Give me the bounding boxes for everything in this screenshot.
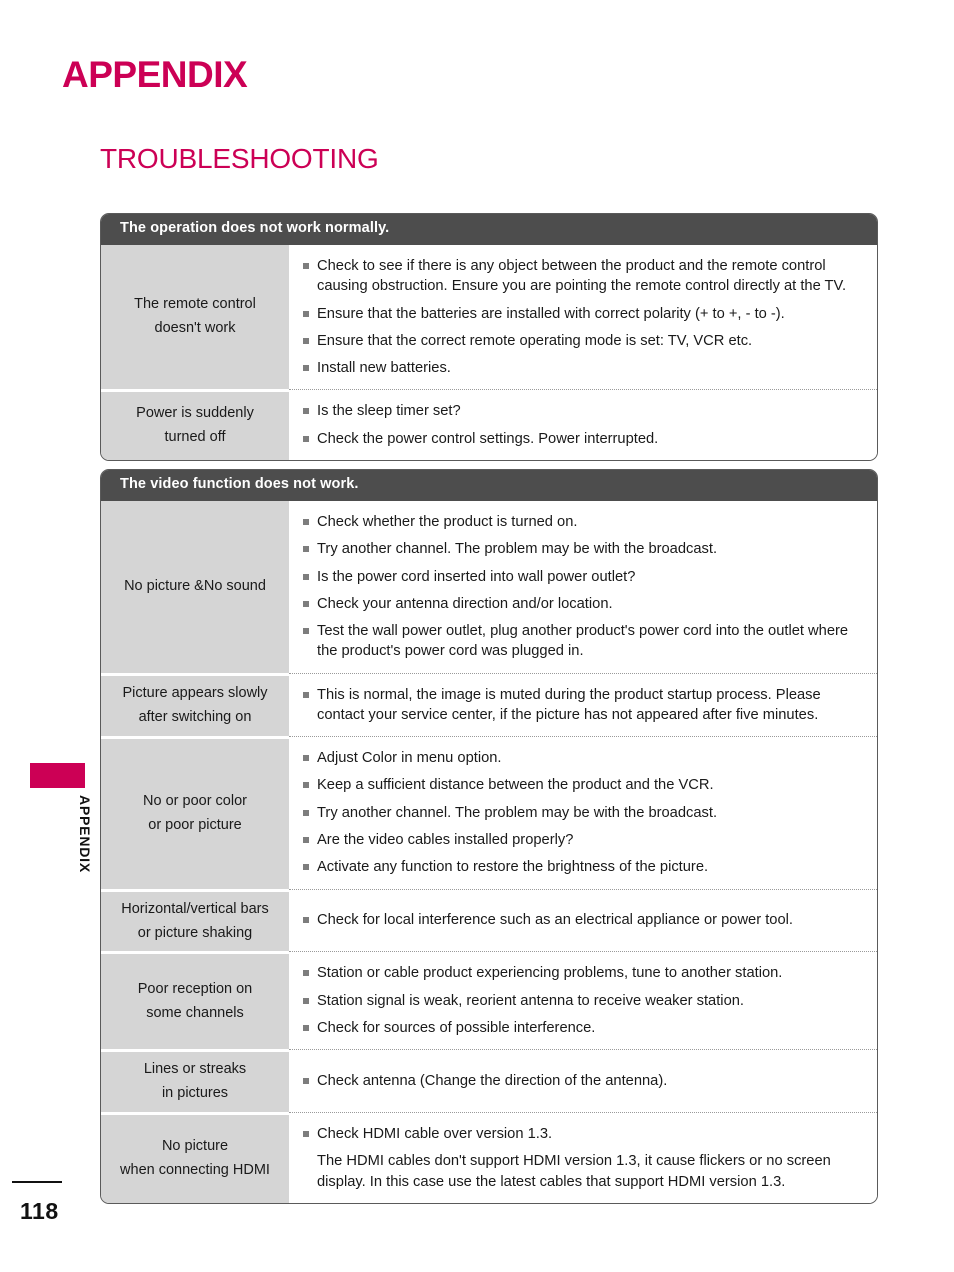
page-number: 118 [20,1198,59,1224]
solution-cell: Check to see if there is any object betw… [289,244,877,390]
symptom-label-line: or poor picture [148,816,242,833]
symptom-label-cell: No picture &No sound [101,500,289,673]
list-item: Adjust Color in menu option. [303,748,865,768]
symptom-label-line: No picture &No sound [124,577,266,594]
list-item: Check whether the product is turned on. [303,512,865,532]
symptom-label-cell: Poor reception on some channels [101,951,289,1050]
list-item: Ensure that the batteries are installed … [303,304,865,324]
list-item: Try another channel. The problem may be … [303,803,865,823]
symptom-label-line: or picture shaking [137,924,253,941]
symptom-label-line: Power is suddenly [136,405,254,422]
list-item: Install new batteries. [303,358,865,378]
page-title: APPENDIX [62,54,248,95]
list-item: Ensure that the correct remote operating… [303,331,865,351]
symptom-label-line: Poor reception on [137,980,253,997]
solution-list: Check for local interference such as an … [303,910,865,930]
table-body: No picture &No sound Check whether the p… [101,500,877,1203]
table-header: The operation does not work normally. [101,214,877,245]
list-item: Check to see if there is any object betw… [303,256,865,297]
list-item: Check the power control settings. Power … [303,429,865,449]
symptom-label-cell: Power is suddenly turned off [101,389,289,460]
symptom-label-line: turned off [164,429,226,446]
solution-cell: Check HDMI cable over version 1.3. The H… [289,1112,877,1203]
list-item: Check for local interference such as an … [303,910,865,930]
table-row: No picture when connecting HDMI Check HD… [101,1112,877,1203]
table-row: No picture &No sound Check whether the p… [101,500,877,673]
solution-cell: Is the sleep timer set? Check the power … [289,389,877,460]
symptom-label-line: when connecting HDMI [120,1162,270,1179]
solution-list: Check HDMI cable over version 1.3. The H… [303,1124,865,1192]
list-item: Station signal is weak, reorient antenna… [303,991,865,1011]
solution-list: Check whether the product is turned on. … [303,512,865,662]
solution-list: This is normal, the image is muted durin… [303,685,865,726]
solution-cell: Check antenna (Change the direction of t… [289,1049,877,1113]
solution-cell: This is normal, the image is muted durin… [289,672,877,737]
list-item: Check HDMI cable over version 1.3. [303,1124,865,1144]
solution-cell: Check whether the product is turned on. … [289,500,877,673]
solution-list: Is the sleep timer set? Check the power … [303,401,865,449]
solution-cell: Check for local interference such as an … [289,888,877,952]
symptom-label-cell: Lines or streaks in pictures [101,1049,289,1113]
list-item: Try another channel. The problem may be … [303,539,865,559]
table-row: No or poor color or poor picture Adjust … [101,736,877,889]
list-item: Activate any function to restore the bri… [303,857,865,877]
symptom-label-cell: No picture when connecting HDMI [101,1112,289,1203]
table-row: Horizontal/vertical bars or picture shak… [101,888,877,952]
symptom-label-line: No picture [161,1138,229,1155]
list-item: Station or cable product experiencing pr… [303,963,865,983]
list-item: Check for sources of possible interferen… [303,1018,865,1038]
table-row: Picture appears slowly after switching o… [101,672,877,737]
solution-cell: Station or cable product experiencing pr… [289,951,877,1050]
troubleshooting-table-operation: The operation does not work normally. Th… [100,213,878,461]
list-item: Is the sleep timer set? [303,401,865,421]
section-title: TROUBLESHOOTING [100,143,379,174]
table-row: Power is suddenly turned off Is the slee… [101,389,877,460]
list-item: Check antenna (Change the direction of t… [303,1071,865,1091]
solution-list: Adjust Color in menu option. Keep a suff… [303,748,865,877]
symptom-label-line: some channels [146,1004,244,1021]
list-item: Are the video cables installed properly? [303,830,865,850]
symptom-label-line: Picture appears slowly [122,684,268,701]
symptom-label-cell: No or poor color or poor picture [101,736,289,889]
symptom-label-cell: The remote control doesn't work [101,244,289,390]
list-item: This is normal, the image is muted durin… [303,685,865,726]
symptom-label-cell: Horizontal/vertical bars or picture shak… [101,888,289,952]
table-row: The remote control doesn't work Check to… [101,244,877,390]
troubleshooting-table-video: The video function does not work. No pic… [100,469,878,1204]
side-chapter-label: APPENDIX [77,795,93,873]
symptom-label-line: No or poor color [143,792,247,809]
solution-list: Check to see if there is any object betw… [303,256,865,378]
symptom-label-line: Lines or streaks [143,1061,247,1078]
solution-cell: Adjust Color in menu option. Keep a suff… [289,736,877,889]
list-item: Test the wall power outlet, plug another… [303,621,865,662]
list-item: Keep a sufficient distance between the p… [303,775,865,795]
symptom-label-line: Horizontal/vertical bars [121,900,269,917]
symptom-label-line: doesn't work [154,320,236,337]
table-header: The video function does not work. [101,470,877,501]
table-row: Poor reception on some channels Station … [101,951,877,1050]
table-row: Lines or streaks in pictures Check anten… [101,1049,877,1113]
solution-list: Station or cable product experiencing pr… [303,963,865,1038]
list-item-continuation: The HDMI cables don't support HDMI versi… [317,1153,831,1190]
symptom-label-line: The remote control [134,296,256,313]
list-item: Check your antenna direction and/or loca… [303,594,865,614]
list-item: Is the power cord inserted into wall pow… [303,567,865,587]
solution-list: Check antenna (Change the direction of t… [303,1071,865,1091]
side-tab-marker [30,763,85,788]
symptom-label-line: after switching on [138,708,252,725]
symptom-label-line: in pictures [161,1085,229,1102]
table-body: The remote control doesn't work Check to… [101,244,877,460]
page-number-rule [12,1181,62,1183]
symptom-label-cell: Picture appears slowly after switching o… [101,672,289,737]
